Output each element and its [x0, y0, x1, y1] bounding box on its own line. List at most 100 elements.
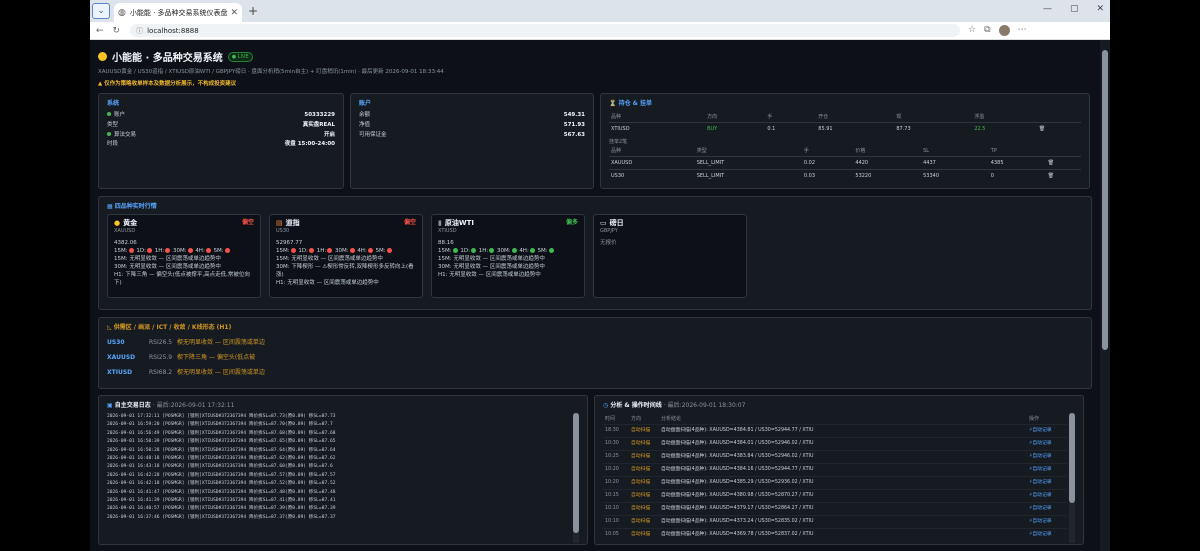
position-open: 85.91 — [816, 122, 895, 135]
analysis-conclusion: 自动盘面扫描(4品种): XAUUSD=4385.29 / US30=52936… — [659, 476, 1027, 490]
pattern-line: 15M: 无明显收敛 — 区间震荡或单边趋势中 — [438, 256, 545, 262]
system-row: 账户 50333229 — [107, 111, 335, 121]
positions-header — [1037, 111, 1081, 123]
trend-dot-icon — [529, 248, 535, 253]
analysis-conclusion: 自动盘面扫描(4品种): XAUUSD=4384.01 / US30=52946… — [659, 437, 1027, 451]
page-subtitle: XAUUSD黄金 / US30道指 / XTIUSD原油WTI / GBPJPY… — [98, 69, 444, 75]
analysis-latest: · 最后:2026-09-01 18:30:07 — [663, 402, 746, 409]
timeframe-label: 30M: — [334, 248, 349, 254]
auto-record-link[interactable]: ⚡自动记录 — [1027, 463, 1067, 477]
trend-dot-icon — [349, 248, 355, 253]
auto-record-link[interactable]: ⚡自动记录 — [1027, 528, 1067, 541]
position-pnl: 22.5 — [972, 122, 1037, 135]
fvg-text: 楔无明显收敛 — 区间震荡或单边 — [177, 339, 265, 346]
analysis-time: 10:10 — [603, 515, 629, 529]
analysis-conclusion: 自动盘面扫描(4品种): XAUUSD=4380.98 / US30=52870… — [659, 489, 1027, 503]
system-key-text: 算法交易 — [114, 131, 137, 138]
positions-header: 现 — [896, 114, 902, 120]
analysis-header: 操作 — [1029, 416, 1040, 422]
stock-chart-icon: ▤ — [276, 219, 283, 227]
page-scrollbar[interactable] — [1100, 40, 1110, 551]
page-title: 小能能 · 多品种交易系统 — [112, 53, 223, 64]
reload-icon[interactable]: ↻ — [113, 26, 121, 36]
auto-record-link[interactable]: ⚡自动记录 — [1027, 424, 1067, 438]
maximize-icon[interactable]: ▢ — [1070, 4, 1079, 14]
analysis-scrollbar[interactable] — [1069, 413, 1075, 543]
auto-record-link[interactable]: ⚡自动记录 — [1027, 476, 1067, 490]
analysis-row: 10:25 自动扫描 自动盘面扫描(4品种): XAUUSD=4383.84 / U… — [603, 450, 1067, 464]
trend-dot-icon — [290, 248, 296, 253]
quote-card-header: ▤ 道指 偏空 — [276, 219, 416, 227]
positions-header: 品种 — [611, 114, 622, 120]
pending-title: 挂单2笔 — [609, 139, 628, 145]
quote-name: 黄金 — [123, 219, 138, 227]
more-icon[interactable]: ⋯ — [1018, 25, 1027, 36]
position-dir: BUY — [705, 122, 766, 135]
log-scroll-area[interactable]: 2026-09-01 17:32:11 [POSMGR] [锁利]XTIUSD#… — [107, 413, 579, 543]
close-position-trash-icon[interactable]: 🗑 — [1036, 122, 1081, 135]
timeframe-dots: 15M: 1D: 1H: 30M: 4H: 5M: — [114, 247, 254, 255]
auto-record-link[interactable]: ⚡自动记录 — [1027, 437, 1067, 451]
system-key: 账户 — [107, 111, 125, 121]
system-key-text: 类型 — [107, 121, 119, 128]
back-icon[interactable]: ← — [96, 26, 104, 36]
trend-dot-icon — [308, 248, 314, 253]
info-icon[interactable]: ⓘ — [136, 26, 143, 36]
quote-name: 磅日 — [609, 219, 624, 227]
gold-coin-icon: ● — [114, 219, 121, 227]
quote-card: ▤ 道指 偏空 US30 52967.77 15M: 1D: 1H: 30M: 4H: 5… — [269, 214, 423, 298]
analysis-direction: 自动扫描 — [629, 502, 659, 516]
pending-row: XAUUSD SELL_LIMIT 0.02 4420 4437 4385 🗑 — [609, 156, 1081, 170]
analysis-conclusion: 自动盘面扫描(4品种): XAUUSD=4384.16 / US30=52944… — [659, 463, 1027, 477]
quote-card-header: ▮ 原油WTI 偏多 — [438, 219, 578, 227]
log-line: 2026-09-01 16:42:18 [POSMGR] [锁利]XTIUSD#… — [107, 481, 336, 487]
auto-record-link[interactable]: ⚡自动记录 — [1027, 502, 1067, 516]
positions-panel: ⏳ 持仓 & 挂单 品种 方向手开仓现浮盈 XTIUSD BUY 0.1 85.91 87.… — [600, 93, 1090, 189]
url-field[interactable]: ⓘ localhost:8888 — [130, 24, 961, 37]
pattern-line: H1: 无明显收敛 — 区间震荡或单边趋势中 — [438, 272, 541, 278]
auto-record-link[interactable]: ⚡自动记录 — [1027, 515, 1067, 529]
quotes-title: 四品种实时行情 — [114, 203, 157, 210]
analysis-conclusion: 自动盘面扫描(4品种): XAUUSD=4373.24 / US30=52835… — [659, 515, 1027, 529]
collections-icon[interactable]: ⧉ — [984, 25, 990, 36]
close-window-icon[interactable]: ✕ — [1096, 4, 1104, 14]
tab-menu-chevron-icon[interactable]: ⌄ — [92, 3, 110, 19]
system-panel: 系统 账户 50333229 类型 真实盘REAL 算法交易 开启 时段 夜盘 15:00-2… — [98, 93, 344, 189]
browser-tab[interactable]: ◍ 小能能 · 多品种交易系统仪表盘 ✕ — [114, 3, 242, 22]
triangle-ruler-icon: ◺ — [107, 324, 112, 331]
cancel-order-trash-icon[interactable]: 🗑 — [1045, 156, 1081, 170]
pending-header: TP — [990, 147, 997, 154]
timeframe-label: 5M: — [213, 248, 224, 254]
pattern-line: H1: 下降三角 — 偏空头(低点被撑平,高点走低,常被位向下) — [114, 272, 250, 286]
tab-close-icon[interactable]: ✕ — [230, 8, 238, 18]
timeframe-label: 4H: — [519, 248, 529, 254]
minimize-icon[interactable]: — — [1043, 4, 1052, 14]
system-key: 类型 — [107, 121, 118, 131]
trend-dot-icon — [489, 248, 495, 253]
log-scrollbar[interactable] — [573, 413, 579, 543]
auto-record-link[interactable]: ⚡自动记录 — [1027, 450, 1067, 464]
pattern-line: H1: 无明显收敛 — 区间震荡或单边趋势中 — [276, 280, 379, 286]
analysis-direction: 自动扫描 — [629, 463, 659, 477]
trend-dot-icon — [165, 248, 171, 253]
system-value: 真实盘REAL — [302, 121, 335, 128]
trend-dot-icon — [367, 248, 373, 253]
new-tab-plus-icon[interactable]: + — [248, 4, 258, 18]
position-row: XTIUSD BUY 0.1 85.91 87.73 22.5 🗑 — [609, 122, 1081, 135]
account-key: 可用保证金 — [359, 131, 387, 138]
auto-record-link[interactable]: ⚡自动记录 — [1027, 489, 1067, 503]
cancel-order-trash-icon[interactable]: 🗑 — [1045, 169, 1081, 182]
timeframe-dots: 15M: 1D: 1H: 30M: 4H: 5M: — [438, 247, 578, 255]
positions-header: 手 — [767, 114, 773, 120]
positions-title: 持仓 & 挂单 — [618, 100, 652, 107]
analysis-conclusion: 自动盘面扫描(4品种): XAUUSD=4379.17 / US30=52864… — [659, 502, 1027, 516]
log-title: 自主交易日志 — [114, 402, 151, 409]
star-icon[interactable]: ☆ — [968, 25, 976, 36]
profile-avatar[interactable] — [998, 25, 1010, 36]
analysis-time: 18:30 — [603, 424, 629, 438]
fvg-row: US30 RSI26.5 楔无明显收敛 — 区间震荡或单边 — [107, 335, 1083, 350]
fvg-title: 供需区 / 画派 / ICT / 收敛 / K线形态 (H1) — [113, 324, 232, 331]
chart-icon: ▦ — [107, 203, 113, 210]
quote-symbol: GBPJPY — [600, 228, 618, 234]
trend-dot-icon — [470, 248, 476, 253]
